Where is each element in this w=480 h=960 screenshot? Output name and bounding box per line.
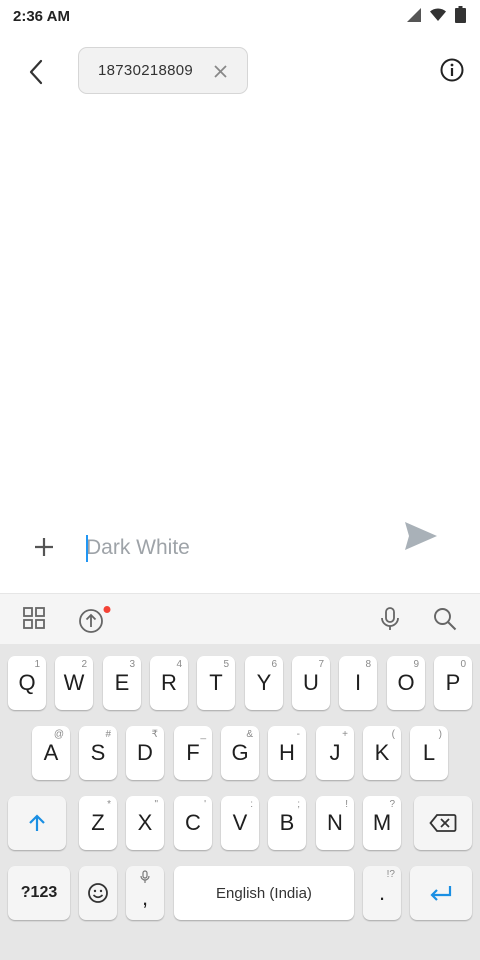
key-o[interactable]: O9 [387,656,425,710]
key-b[interactable]: B; [268,796,306,850]
keyboard-toolbar [0,593,480,644]
back-arrow-icon [29,59,43,85]
message-input[interactable] [84,530,384,566]
space-key[interactable]: English (India) [174,866,354,920]
info-icon [440,58,464,82]
key-p[interactable]: P0 [434,656,472,710]
battery-icon [455,6,466,23]
recipient-number: 18730218809 [98,62,194,79]
search-button[interactable] [432,606,458,632]
emoji-icon [88,883,108,903]
text-cursor [86,535,88,562]
notification-dot [103,606,111,613]
key-c[interactable]: C ' [174,796,212,850]
key-f[interactable]: F _ [174,726,212,780]
apps-grid-button[interactable] [22,606,48,632]
close-icon [213,64,227,78]
wifi-icon [430,8,446,21]
key-t[interactable]: T5 [197,656,235,710]
key-k[interactable]: K( [363,726,401,780]
apps-grid-icon [23,607,45,629]
key-e[interactable]: E3 [103,656,141,710]
key-r[interactable]: R4 [150,656,188,710]
send-button[interactable] [403,520,441,554]
search-icon [434,608,457,631]
enter-key[interactable] [410,866,472,920]
status-bar: 2:36 AM [0,0,480,34]
key-s[interactable]: S # [79,726,117,780]
mic-icon [381,607,399,630]
enter-icon [430,886,452,901]
key-v[interactable]: V: [221,796,259,850]
status-icons [407,6,466,23]
key-i[interactable]: I8 [339,656,377,710]
back-button[interactable] [18,54,54,90]
backspace-key[interactable] [414,796,472,850]
upload-button[interactable] [78,606,111,633]
key-d[interactable]: D ₹ [126,726,164,780]
key-u[interactable]: U7 [292,656,330,710]
key-l[interactable]: L) [410,726,448,780]
key-h[interactable]: H- [268,726,306,780]
key-j[interactable]: J + [316,726,354,780]
symbols-key[interactable]: ?123 [8,866,70,920]
send-icon [405,522,437,550]
key-g[interactable]: G & [221,726,259,780]
shift-key[interactable] [8,796,66,850]
info-button[interactable] [438,56,466,84]
key-n[interactable]: N! [316,796,354,850]
emoji-key[interactable] [79,866,117,920]
key-a[interactable]: A @ [32,726,70,780]
keyboard: Q1 W2 E3 R4 T5 Y6 U7 I8 O9 P0 A @ S # D ₹ F… [0,644,480,960]
signal-icon [407,7,421,22]
chip-close-button[interactable] [210,61,230,81]
key-z[interactable]: Z * [79,796,117,850]
voice-input-button[interactable] [378,606,404,632]
upload-icon [79,606,111,633]
plus-icon [35,538,53,556]
attach-button[interactable] [30,533,58,561]
period-key[interactable]: .!? [363,866,401,920]
recipient-chip[interactable]: 18730218809 [78,47,248,94]
key-m[interactable]: M? [363,796,401,850]
mic-hint-icon [140,870,150,883]
key-w[interactable]: W2 [55,656,93,710]
key-y[interactable]: Y6 [245,656,283,710]
shift-arrow-icon [29,814,45,831]
comma-key[interactable]: , [126,866,164,920]
key-x[interactable]: X " [126,796,164,850]
status-time: 2:36 AM [13,8,70,25]
key-q[interactable]: Q1 [8,656,46,710]
backspace-icon [429,814,457,832]
